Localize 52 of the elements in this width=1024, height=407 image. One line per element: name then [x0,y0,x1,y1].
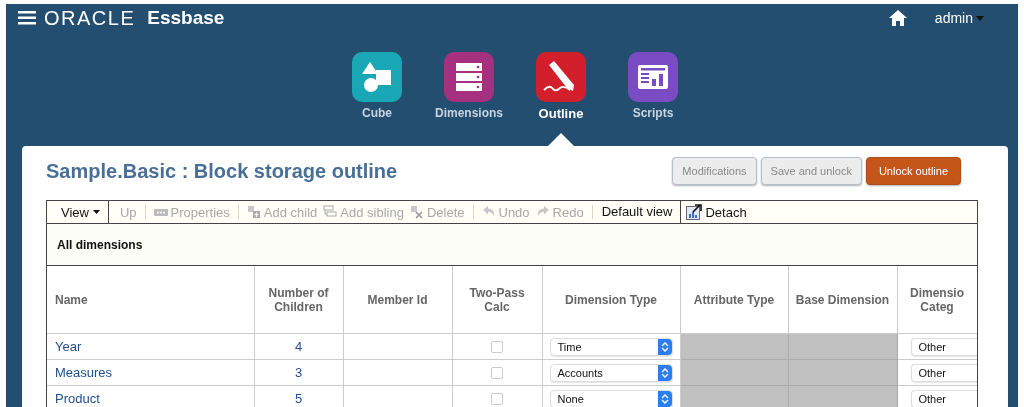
column-header: Member Id [367,292,428,307]
column-header: Two-Pass Calc [469,285,525,314]
column-header: Name [55,292,88,307]
dimension-link[interactable]: Measures [55,365,113,380]
properties-icon [153,208,168,216]
caret-icon [976,15,984,21]
menu-icon[interactable] [18,11,36,25]
dimension-link[interactable]: Product [55,391,100,406]
table-cell: 4 [294,339,303,354]
page-title: Sample.Basic : Block storage outline [46,159,398,183]
delete-icon [409,205,424,219]
column-header: Dimensio Categ [910,285,964,314]
table-cell: 5 [294,391,303,406]
stepper-icon [660,392,669,405]
column-header: Base Dimension [795,292,890,307]
unlock-button[interactable]: Unlock outline [865,157,961,185]
dropdown[interactable]: Other [910,389,976,407]
report-icon [628,52,678,102]
user-menu[interactable]: admin [934,10,984,26]
dimension-link[interactable]: Year [55,339,82,354]
checkbox[interactable] [491,341,503,354]
nav-tab[interactable]: Dimensions [435,52,503,122]
column-header: Attribute Type [693,292,775,307]
pen-icon [536,52,586,102]
dropdown[interactable]: Other [910,337,976,356]
dropdown[interactable]: Other [910,363,976,382]
toolbar-button[interactable]: Detach [683,204,750,220]
nav-tab[interactable]: Outline [536,52,586,122]
home-icon[interactable] [888,10,907,26]
brand-logo: ORACLE [44,6,136,30]
checkbox[interactable] [491,367,503,380]
add-child-icon [246,205,261,219]
dropdown[interactable]: None [549,389,673,407]
server-stack-icon [444,52,494,102]
stepper-icon [660,366,669,379]
shapes-icon [352,52,402,102]
detach-icon [686,204,703,220]
nav-tab[interactable]: Scripts [628,52,678,122]
section-title: All dimensions [57,237,143,252]
column-header: Number of Children [268,285,329,314]
column-header: Dimension Type [565,292,657,307]
dropdown[interactable]: Accounts [549,363,673,382]
caret-icon [92,210,100,214]
stepper-icon [660,340,669,353]
checkbox[interactable] [491,393,503,406]
view-name-field[interactable]: Default view [597,201,682,223]
nav-tab[interactable]: Cube [352,52,402,122]
add-sibling-icon [323,205,338,219]
product-name: Essbase [147,7,225,29]
table-cell: 3 [294,365,303,380]
view-menu[interactable]: View [47,201,109,223]
dropdown[interactable]: Time [549,337,673,356]
